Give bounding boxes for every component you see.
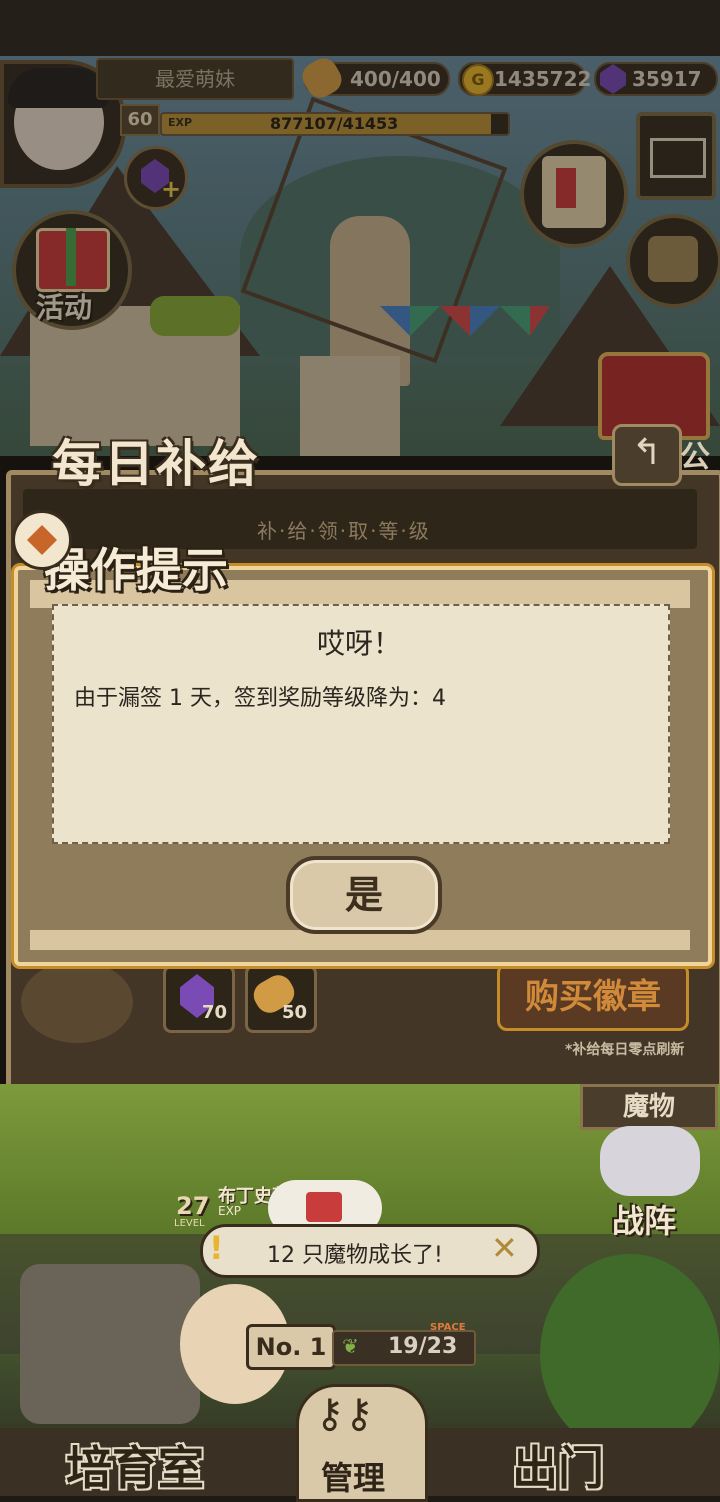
daily-supply-title: 每日补给 [52, 435, 260, 493]
activity-label: 活动 [36, 291, 93, 324]
space-value: 19/23 [388, 1334, 458, 1359]
space-label: SPACE [430, 1322, 466, 1333]
refresh-note: *补给每日零点刷新 [565, 1042, 685, 1058]
rock-nest [20, 1264, 200, 1424]
pet-level: 27 [176, 1192, 210, 1220]
bag-button[interactable] [626, 214, 720, 308]
formation-label: 战阵 [612, 1202, 677, 1240]
pet-exp-label: EXP [218, 1204, 242, 1218]
buy-gems-button[interactable]: + [124, 146, 188, 210]
reward-bread-count: 50 [282, 1002, 308, 1023]
bread-counter[interactable]: 400/400 [297, 53, 450, 103]
dialog-heading: 哎呀！ [316, 627, 401, 660]
gem-value: 35917 [632, 67, 702, 91]
gold-counter[interactable]: G 1435722 [458, 62, 591, 96]
plus-icon: + [161, 175, 182, 203]
pet-level-label: LEVEL [174, 1218, 205, 1229]
buy-badge-button[interactable]: 购买徽章 [497, 963, 689, 1031]
bread-basket-icon [21, 961, 133, 1043]
activity-button[interactable]: 活动 [12, 210, 132, 330]
gold-coin-icon: G [462, 64, 494, 96]
back-arrow-button[interactable]: ↰ [612, 424, 682, 486]
space-counter: ❦ 19/23 [332, 1330, 476, 1366]
house-wall-small [300, 356, 400, 456]
gift-icon [306, 1192, 342, 1222]
gold-value: 1435722 [494, 67, 592, 91]
bread-value: 400/400 [350, 67, 441, 91]
leaf-icon: ❦ [342, 1334, 359, 1358]
exp-bar: EXP 877107/41453 [160, 112, 510, 136]
dialog-message: 由于漏签 1 天，签到奖励等级降为：4 [74, 686, 446, 711]
reward-gem-box: 70 [163, 965, 235, 1033]
hint-badge-icon [12, 510, 72, 570]
avatar-hair [8, 68, 108, 108]
close-icon[interactable]: ✕ [491, 1229, 518, 1267]
notice-tab[interactable]: 公 [680, 432, 710, 476]
purple-gem-icon [600, 64, 626, 94]
nav-manage-label: 管理 [321, 1459, 386, 1497]
bag-icon [648, 236, 698, 282]
pet-level-badge: 27 LEVEL [152, 1192, 212, 1232]
quest-scroll-button[interactable] [520, 140, 628, 248]
formation-button[interactable]: 战阵 [590, 1120, 712, 1240]
flower-box [150, 296, 240, 336]
envelope-icon [650, 138, 706, 178]
player-name: 最爱萌妹 [96, 58, 294, 100]
tree-icon [540, 1254, 720, 1454]
yes-button[interactable]: 是 [286, 856, 442, 934]
gem-counter[interactable]: 35917 [594, 62, 718, 96]
scroll-icon [542, 156, 606, 228]
gift-ribbon [66, 228, 76, 286]
nav-outing-button[interactable]: 出门 [512, 1432, 604, 1498]
reward-gem-count: 70 [202, 1002, 228, 1023]
nav-manage-button[interactable]: ⚷⚷ 管理 [296, 1384, 428, 1502]
mail-button[interactable] [636, 112, 716, 200]
growth-notice-banner[interactable]: ! 12 只魔物成长了! ✕ [200, 1224, 540, 1278]
status-bar [0, 0, 720, 56]
nav-nursery-button[interactable]: 培育室 [66, 1432, 204, 1498]
growth-notice-text: 12 只魔物成长了! [267, 1243, 443, 1268]
hint-diamond [27, 525, 57, 555]
exclamation-icon: ! [209, 1229, 224, 1267]
reward-bread-box: 50 [245, 965, 317, 1033]
keys-icon: ⚷⚷ [315, 1391, 374, 1437]
formation-monsters-icon [600, 1126, 700, 1196]
player-level: 60 [120, 104, 160, 136]
exp-value: 877107/41453 [270, 114, 399, 133]
supply-level-label: 补·给·领·取·等·级 [257, 519, 431, 543]
rank-badge: No. 1 [246, 1324, 336, 1370]
scroll-mark [556, 168, 576, 208]
exp-label: EXP [168, 116, 193, 129]
